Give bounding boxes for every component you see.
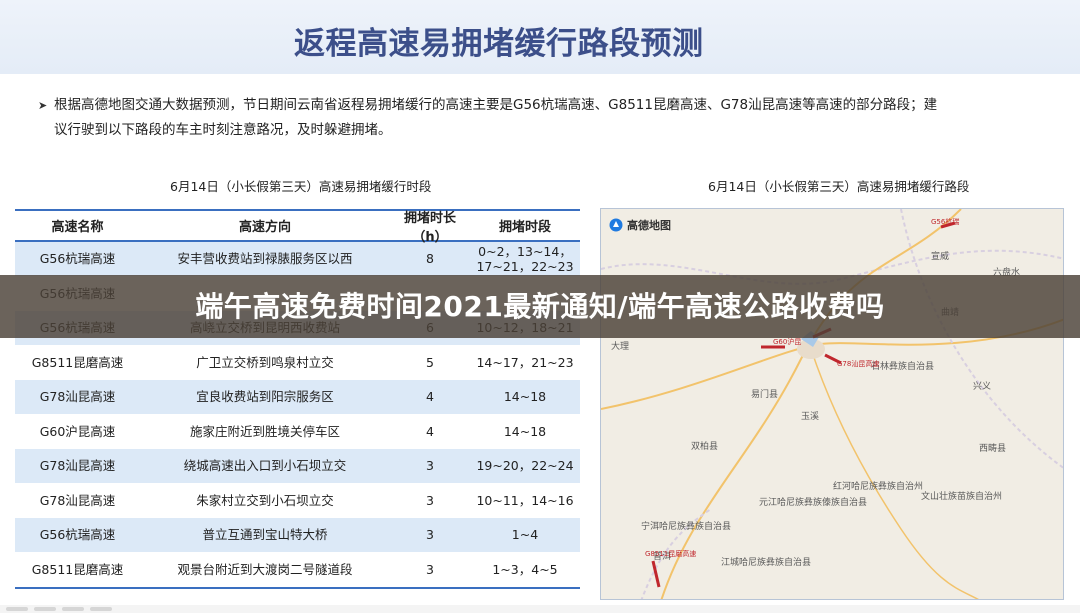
bullet-arrow-icon: ➤ <box>38 99 48 112</box>
map-brand: 高德地图 <box>609 217 671 233</box>
period-cell: 1~4 <box>511 527 539 543</box>
hours-cell: 3 <box>426 561 434 577</box>
map-place-label: 文山壮族苗族自治州 <box>921 492 1003 502</box>
map-road-label: G78汕昆高速 <box>837 360 880 368</box>
header-cell: 拥堵时长（h） <box>403 210 456 245</box>
road-name-cell: G78汕昆高速 <box>39 389 116 405</box>
hours-cell: 4 <box>426 423 434 439</box>
direction-cell: 宜良收费站到阳宗服务区 <box>196 389 334 405</box>
road-name-cell: G56杭瑞高速 <box>39 527 116 543</box>
amap-logo-icon <box>609 218 623 232</box>
congestion-table: 高速名称 高速方向 拥堵时长（h） 拥堵时段 G56杭瑞高速 安丰营收费站到禄脿服… <box>15 209 580 589</box>
period-cell: 10~11，14~16 <box>476 492 574 508</box>
hours-cell: 4 <box>426 389 434 405</box>
road-name-cell: G8511昆磨高速 <box>31 561 124 577</box>
road-name-cell: G78汕昆高速 <box>39 458 116 474</box>
period-cell: 14~17，21~23 <box>476 354 574 370</box>
table-row: G8511昆磨高速 观景台附近到大渡岗二号隧道段 3 1~3，4~5 <box>15 552 580 587</box>
hours-cell: 3 <box>426 527 434 543</box>
table-header: 高速名称 高速方向 拥堵时长（h） 拥堵时段 <box>15 209 580 245</box>
map-place-label: 宁洱哈尼族彝族自治县 <box>641 522 732 532</box>
table-row: G8511昆磨高速 广卫立交桥到鸣泉村立交 5 14~17，21~23 <box>15 345 580 380</box>
map-place-label: 兴义 <box>973 382 992 392</box>
hours-cell: 3 <box>426 492 434 508</box>
map-place-label: 玉溪 <box>801 412 820 422</box>
map-road-label: G8511昆磨高速 <box>645 550 697 558</box>
map-place-label: 大理 <box>611 342 630 352</box>
map-place-label: 红河哈尼族彝族自治州 <box>833 482 924 492</box>
title-banner: 端午高速免费时间2021最新通知/端午高速公路收费吗 <box>0 275 1080 338</box>
road-name-cell: G60沪昆高速 <box>39 423 116 439</box>
intro-paragraph: ➤ 根据高德地图交通大数据预测，节日期间云南省返程易拥堵缓行的高速主要是G56杭… <box>38 93 938 143</box>
map-place-label: 西畴县 <box>979 444 1007 454</box>
direction-cell: 普立互通到宝山特大桥 <box>202 527 328 543</box>
page-title: 返程高速易拥堵缓行路段预测 <box>294 26 704 62</box>
header-cell: 高速方向 <box>238 220 291 235</box>
table-footer-rule <box>15 587 580 589</box>
intro-text: 根据高德地图交通大数据预测，节日期间云南省返程易拥堵缓行的高速主要是G56杭瑞高… <box>54 97 938 138</box>
page-indicator-dot <box>62 607 84 611</box>
page-indicator-dot <box>34 607 56 611</box>
map-place-label: 石林彝族自治县 <box>871 362 935 372</box>
direction-cell: 观景台附近到大渡岗二号隧道段 <box>177 561 353 577</box>
bottom-indicator-bar <box>0 605 1080 613</box>
congestion-map: 高德地图 曲靖大理玉溪西畴县普洱元江哈尼族彝族傣族自治县红河哈尼族彝族自治州文山… <box>600 208 1064 600</box>
banner-title: 端午高速免费时间2021最新通知/端午高速公路收费吗 <box>195 290 885 323</box>
table-row: G78汕昆高速 朱家村立交到小石坝立交 3 10~11，14~16 <box>15 483 580 518</box>
period-cell: 19~20，22~24 <box>476 458 574 474</box>
header-cell: 高速名称 <box>51 220 104 235</box>
table-row: G60沪昆高速 施家庄附近到胜境关停车区 4 14~18 <box>15 414 580 449</box>
table-row: G56杭瑞高速 普立互通到宝山特大桥 3 1~4 <box>15 518 580 553</box>
hours-cell: 8 <box>426 251 434 267</box>
road-name-cell: G8511昆磨高速 <box>31 354 124 370</box>
hours-cell: 3 <box>426 458 434 474</box>
table-caption: 6月14日（小长假第三天）高速易拥堵缓行时段 <box>170 179 432 194</box>
road-name-cell: G56杭瑞高速 <box>39 251 116 267</box>
road-name-cell: G78汕昆高速 <box>39 492 116 508</box>
period-cell: 14~18 <box>503 423 547 439</box>
map-place-label: 易门县 <box>751 390 779 400</box>
map-place-label: 江城哈尼族彝族自治县 <box>721 558 812 568</box>
direction-cell: 绕城高速出入口到小石坝立交 <box>183 458 347 474</box>
period-cell: 0~2，13~14，17~21，22~23 <box>476 243 574 274</box>
map-road-label: G60沪昆 <box>773 338 802 346</box>
hours-cell: 5 <box>426 354 434 370</box>
map-place-label: 宣威 <box>931 252 950 262</box>
table-row: G78汕昆高速 绕城高速出入口到小石坝立交 3 19~20，22~24 <box>15 449 580 484</box>
period-cell: 14~18 <box>503 389 547 405</box>
map-road-label: G56杭瑞 <box>931 218 960 226</box>
table-row: G56杭瑞高速 安丰营收费站到禄脿服务区以西 8 0~2，13~14，17~21，22… <box>15 242 580 277</box>
period-cell: 1~3，4~5 <box>492 561 558 577</box>
direction-cell: 安丰营收费站到禄脿服务区以西 <box>177 251 353 267</box>
direction-cell: 广卫立交桥到鸣泉村立交 <box>196 354 334 370</box>
map-caption: 6月14日（小长假第三天）高速易拥堵缓行路段 <box>708 179 970 194</box>
page-indicator-dot <box>6 607 28 611</box>
direction-cell: 施家庄附近到胜境关停车区 <box>189 423 340 439</box>
map-place-label: 元江哈尼族彝族傣族自治县 <box>759 498 868 508</box>
header-cell: 拥堵时段 <box>498 220 551 235</box>
table-row: G78汕昆高速 宜良收费站到阳宗服务区 4 14~18 <box>15 380 580 415</box>
direction-cell: 朱家村立交到小石坝立交 <box>196 492 334 508</box>
map-place-label: 双柏县 <box>691 442 719 452</box>
page-header: 返程高速易拥堵缓行路段预测 <box>0 0 1080 74</box>
map-brand-label: 高德地图 <box>627 219 671 232</box>
page-indicator-dot <box>90 607 112 611</box>
